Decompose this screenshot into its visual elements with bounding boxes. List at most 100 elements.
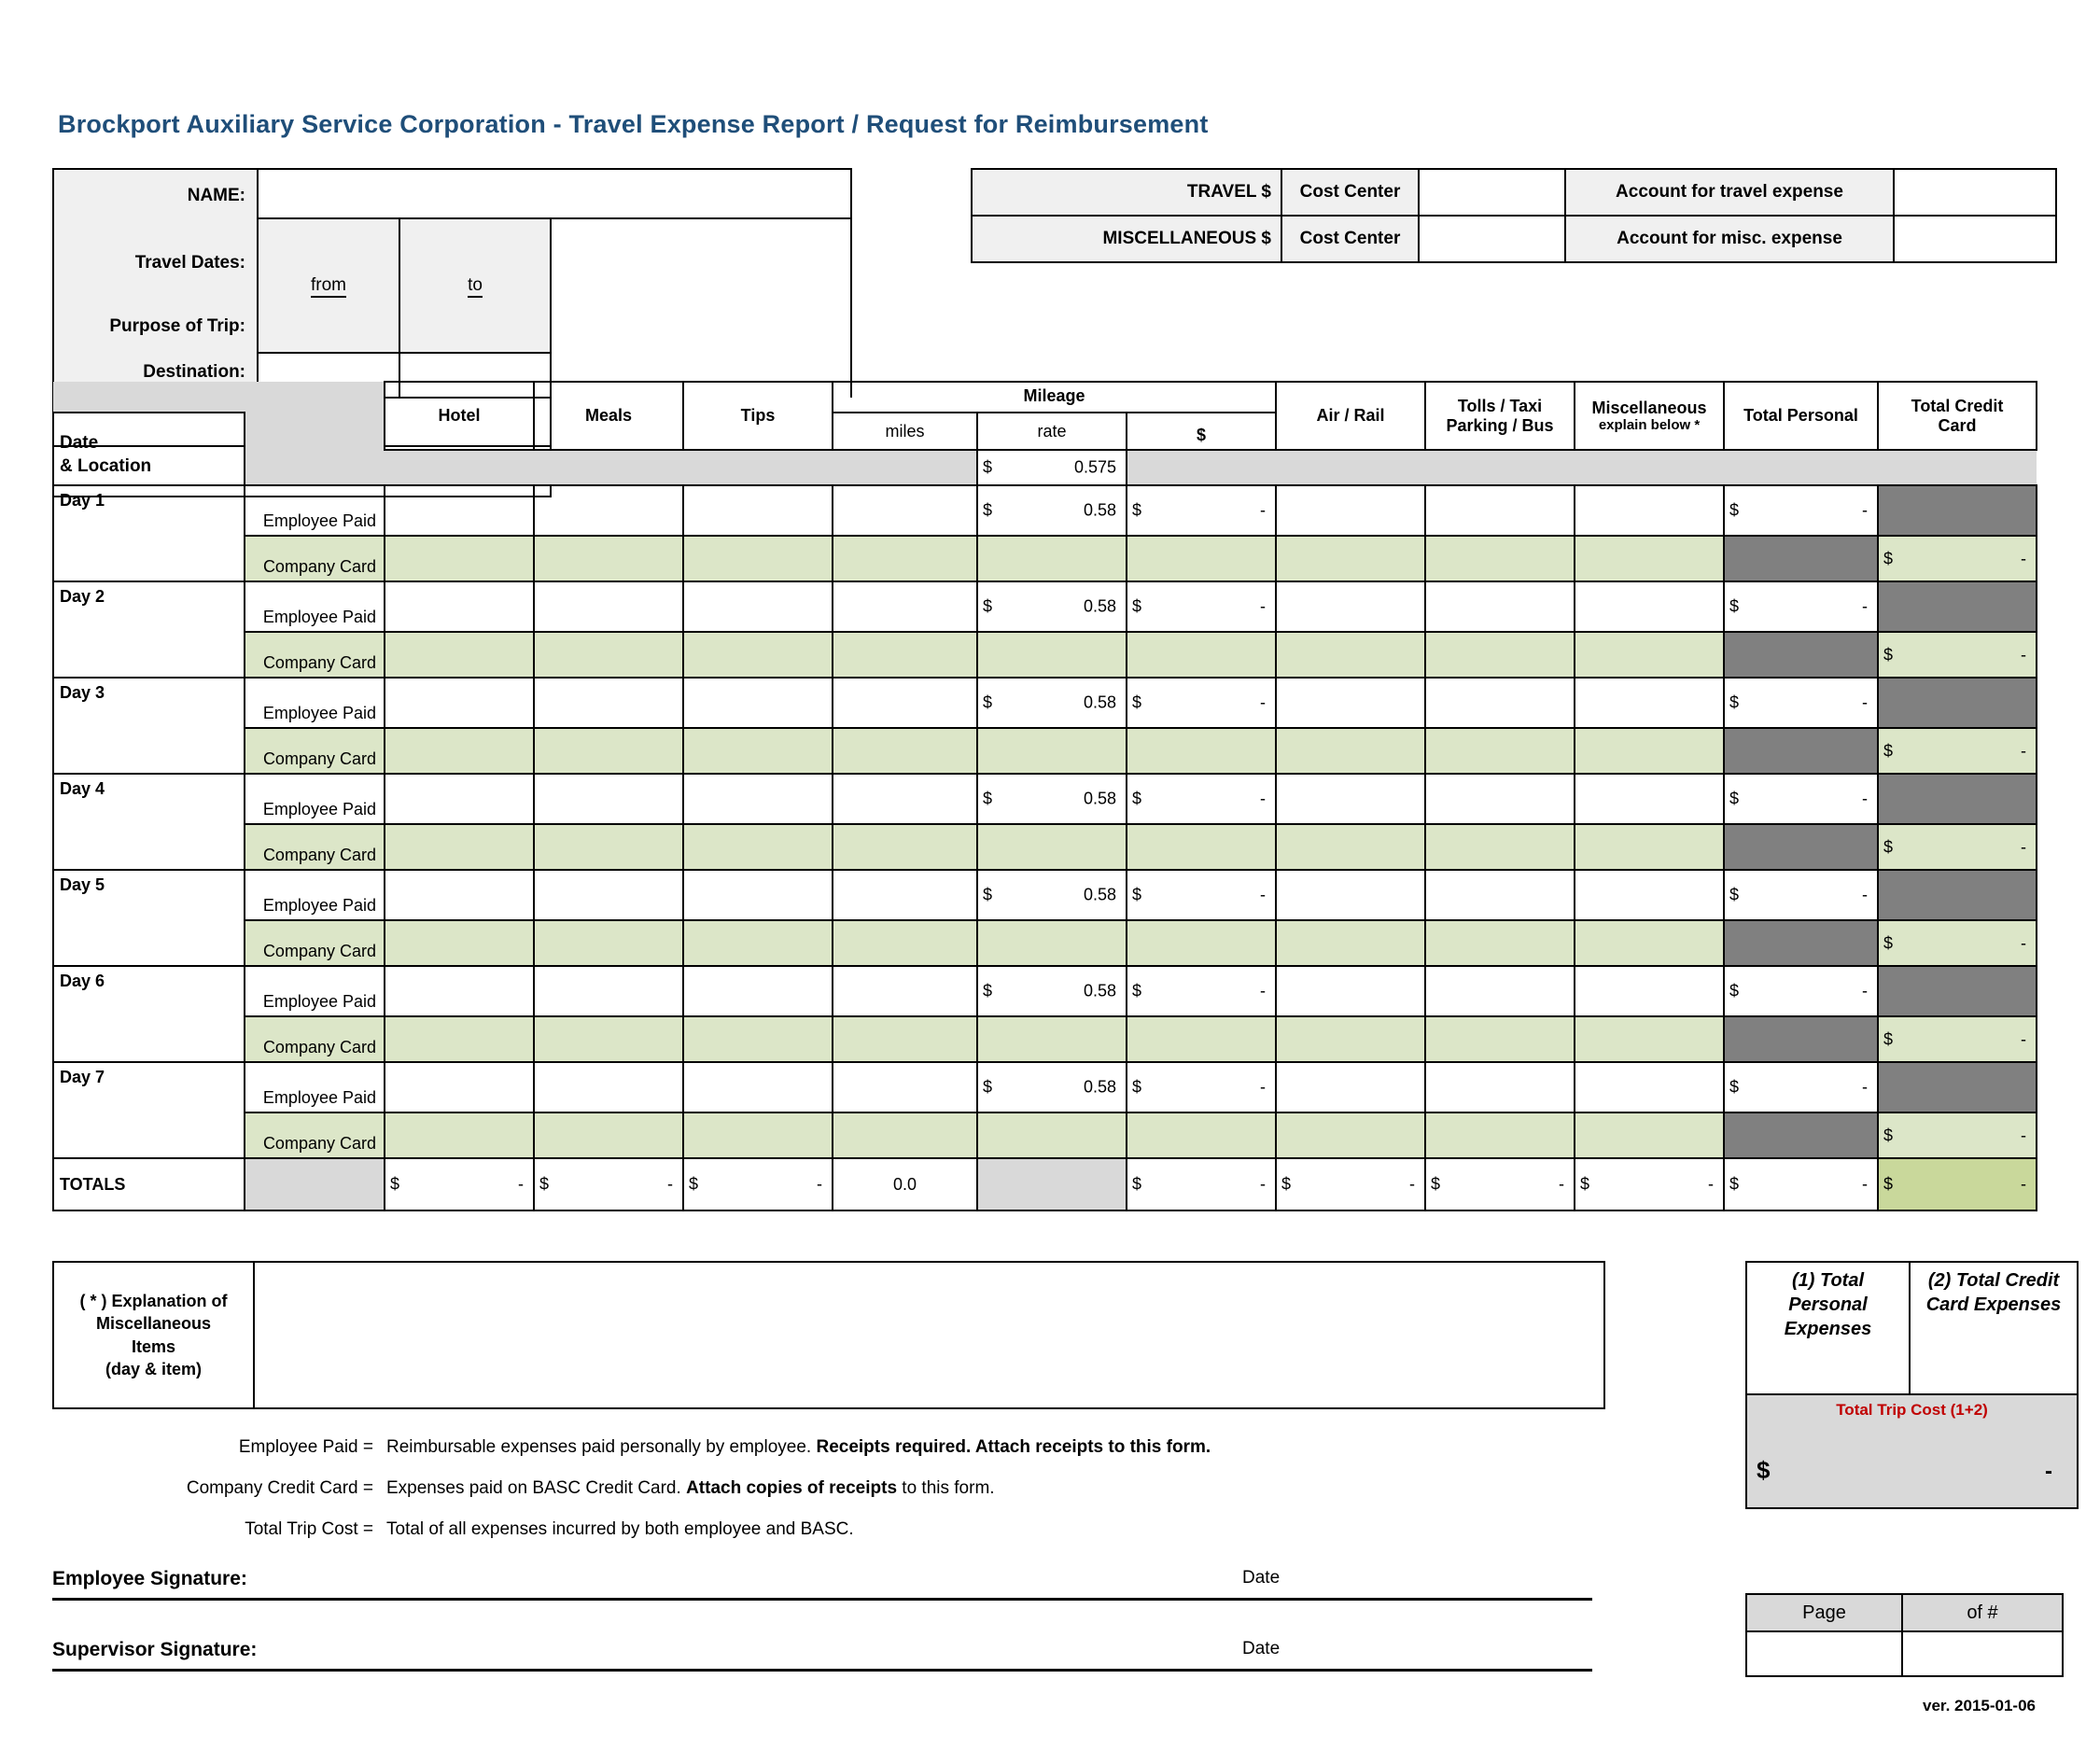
cell-tips-cc[interactable] — [682, 535, 833, 582]
cell-miscellaneous-cc[interactable] — [1574, 1015, 1725, 1063]
cell-meals-cc[interactable] — [533, 535, 684, 582]
cell-hotel-cc[interactable] — [384, 535, 535, 582]
cell-meals-cc[interactable] — [533, 727, 684, 775]
cell-air-rail-cc[interactable] — [1275, 1112, 1426, 1159]
cell-miles-cc[interactable] — [832, 823, 978, 871]
cell-meals-cc[interactable] — [533, 919, 684, 967]
cell-tolls-cc[interactable] — [1424, 1015, 1575, 1063]
cell-miscellaneous[interactable] — [1574, 869, 1725, 921]
cell-hotel[interactable] — [384, 581, 535, 633]
cell-miles[interactable] — [832, 484, 978, 537]
cell-meals[interactable] — [533, 484, 684, 537]
cell-hotel[interactable] — [384, 965, 535, 1017]
cell-date-location[interactable] — [52, 920, 245, 967]
cell-meals[interactable] — [533, 773, 684, 825]
cell-meals-cc[interactable] — [533, 823, 684, 871]
cell-miscellaneous-cc[interactable] — [1574, 535, 1725, 582]
cell-miles[interactable] — [832, 869, 978, 921]
cell-hotel-cc[interactable] — [384, 631, 535, 679]
cell-meals-cc[interactable] — [533, 1112, 684, 1159]
cell-hotel-cc[interactable] — [384, 823, 535, 871]
cell-air-rail[interactable] — [1275, 869, 1426, 921]
travel-cost-center-input[interactable] — [1418, 168, 1566, 217]
cell-date-location[interactable] — [52, 536, 245, 582]
cell-tips-cc[interactable] — [682, 919, 833, 967]
cell-miles-cc[interactable] — [832, 919, 978, 967]
cell-air-rail[interactable] — [1275, 677, 1426, 729]
cell-air-rail[interactable] — [1275, 484, 1426, 537]
explanation-input[interactable] — [253, 1261, 1605, 1409]
cell-miles-cc[interactable] — [832, 1015, 978, 1063]
cell-air-rail-cc[interactable] — [1275, 823, 1426, 871]
cell-miscellaneous[interactable] — [1574, 1061, 1725, 1113]
travel-account-input[interactable] — [1893, 168, 2057, 217]
cell-meals-cc[interactable] — [533, 1015, 684, 1063]
cell-hotel[interactable] — [384, 677, 535, 729]
cell-air-rail[interactable] — [1275, 965, 1426, 1017]
cell-hotel-cc[interactable] — [384, 1112, 535, 1159]
cell-tolls[interactable] — [1424, 773, 1575, 825]
cell-tips-cc[interactable] — [682, 1112, 833, 1159]
cell-meals[interactable] — [533, 581, 684, 633]
cell-tolls-cc[interactable] — [1424, 631, 1575, 679]
cell-miscellaneous-cc[interactable] — [1574, 1112, 1725, 1159]
cell-air-rail[interactable] — [1275, 773, 1426, 825]
cell-date-location[interactable] — [52, 1112, 245, 1159]
cell-date-location[interactable] — [52, 728, 245, 775]
cell-air-rail-cc[interactable] — [1275, 631, 1426, 679]
cell-tips[interactable] — [682, 677, 833, 729]
cell-tolls[interactable] — [1424, 1061, 1575, 1113]
cell-date-location[interactable] — [52, 824, 245, 871]
cell-hotel-cc[interactable] — [384, 919, 535, 967]
cell-meals-cc[interactable] — [533, 631, 684, 679]
cell-tolls[interactable] — [1424, 677, 1575, 729]
cell-miles[interactable] — [832, 773, 978, 825]
cell-meals[interactable] — [533, 1061, 684, 1113]
cell-meals[interactable] — [533, 869, 684, 921]
cell-miscellaneous[interactable] — [1574, 581, 1725, 633]
cell-tips[interactable] — [682, 484, 833, 537]
cell-tolls[interactable] — [1424, 965, 1575, 1017]
misc-account-input[interactable] — [1893, 215, 2057, 263]
cell-miscellaneous[interactable] — [1574, 773, 1725, 825]
cell-tolls[interactable] — [1424, 869, 1575, 921]
cell-miles[interactable] — [832, 965, 978, 1017]
cell-air-rail-cc[interactable] — [1275, 919, 1426, 967]
page-of-input[interactable] — [1901, 1630, 2064, 1677]
employee-signature-line[interactable] — [52, 1598, 1592, 1601]
cell-meals[interactable] — [533, 965, 684, 1017]
misc-cost-center-input[interactable] — [1418, 215, 1566, 263]
cell-miscellaneous-cc[interactable] — [1574, 823, 1725, 871]
cell-air-rail-cc[interactable] — [1275, 727, 1426, 775]
cell-hotel[interactable] — [384, 484, 535, 537]
cell-tips[interactable] — [682, 581, 833, 633]
cell-miles-cc[interactable] — [832, 631, 978, 679]
supervisor-signature-line[interactable] — [52, 1669, 1592, 1672]
cell-tips[interactable] — [682, 965, 833, 1017]
cell-air-rail-cc[interactable] — [1275, 535, 1426, 582]
cell-miscellaneous[interactable] — [1574, 965, 1725, 1017]
cell-tolls-cc[interactable] — [1424, 727, 1575, 775]
name-input[interactable] — [257, 168, 852, 219]
cell-miles-cc[interactable] — [832, 535, 978, 582]
cell-hotel[interactable] — [384, 773, 535, 825]
cell-tips[interactable] — [682, 869, 833, 921]
cell-miles[interactable] — [832, 677, 978, 729]
cell-hotel[interactable] — [384, 869, 535, 921]
cell-date-location[interactable] — [52, 1016, 245, 1063]
cell-hotel-cc[interactable] — [384, 727, 535, 775]
cell-air-rail-cc[interactable] — [1275, 1015, 1426, 1063]
cell-tips-cc[interactable] — [682, 1015, 833, 1063]
cell-meals[interactable] — [533, 677, 684, 729]
cell-air-rail[interactable] — [1275, 1061, 1426, 1113]
cell-miles[interactable] — [832, 1061, 978, 1113]
cell-tolls[interactable] — [1424, 484, 1575, 537]
cell-hotel[interactable] — [384, 1061, 535, 1113]
cell-miscellaneous-cc[interactable] — [1574, 919, 1725, 967]
cell-air-rail[interactable] — [1275, 581, 1426, 633]
page-input[interactable] — [1745, 1630, 1903, 1677]
cell-tips-cc[interactable] — [682, 727, 833, 775]
cell-tips[interactable] — [682, 773, 833, 825]
cell-date-location[interactable] — [52, 632, 245, 679]
cell-miscellaneous-cc[interactable] — [1574, 727, 1725, 775]
